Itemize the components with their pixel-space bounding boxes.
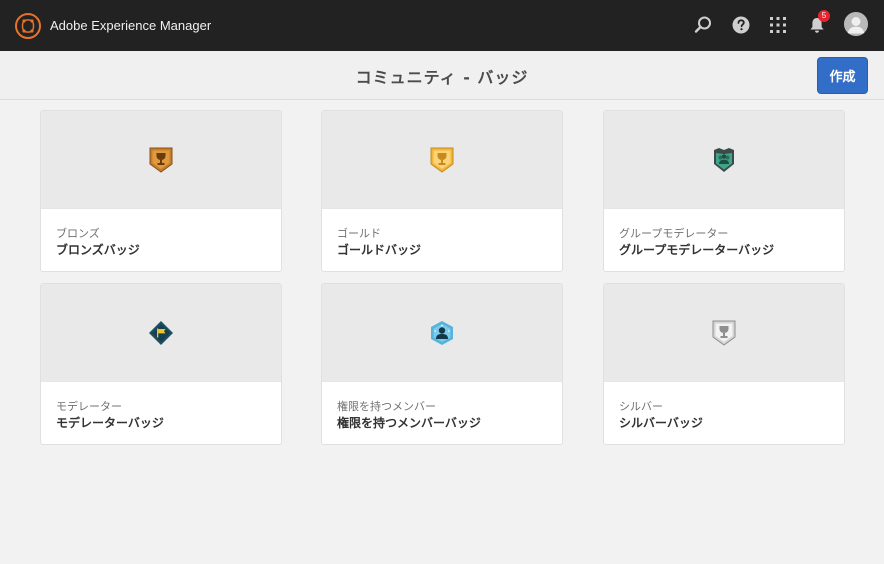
group-moderator-badge-icon xyxy=(714,147,734,172)
card-thumbnail xyxy=(322,111,562,208)
page-title: コミュニティ - バッジ xyxy=(355,68,529,87)
card-title: 権限を持つメンバーバッジ xyxy=(337,416,481,430)
privileged-member-badge-icon xyxy=(431,320,453,345)
card-title: グループモデレーターバッジ xyxy=(619,243,775,257)
app-header: Adobe Experience Manager 5 xyxy=(0,0,884,51)
card-thumbnail xyxy=(604,284,844,381)
apps-grid-icon xyxy=(770,17,786,33)
notifications-button[interactable]: 5 xyxy=(804,10,830,38)
card-subtitle: グループモデレーター xyxy=(619,227,729,240)
badge-card-gold[interactable]: ゴールド ゴールドバッジ xyxy=(321,110,563,272)
search-icon xyxy=(694,16,711,33)
card-info: シルバー シルバーバッジ xyxy=(604,381,844,444)
user-avatar-icon xyxy=(844,12,868,36)
card-info: ゴールド ゴールドバッジ xyxy=(322,208,562,271)
search-button[interactable] xyxy=(690,12,716,38)
help-button[interactable] xyxy=(728,12,754,38)
card-subtitle: モデレーター xyxy=(56,400,122,413)
card-info: グループモデレーター グループモデレーターバッジ xyxy=(604,208,844,271)
help-icon xyxy=(732,16,750,34)
card-title: モデレーターバッジ xyxy=(56,416,164,430)
notification-count-badge: 5 xyxy=(818,10,830,22)
solutions-button[interactable] xyxy=(765,12,791,38)
card-subtitle: ゴールド xyxy=(337,227,381,240)
app-name: Adobe Experience Manager xyxy=(50,18,212,33)
bronze-badge-icon xyxy=(149,147,173,173)
card-title: シルバーバッジ xyxy=(619,416,703,430)
card-info: 権限を持つメンバー 権限を持つメンバーバッジ xyxy=(322,381,562,444)
badge-card-bronze[interactable]: ブロンズ ブロンズバッジ xyxy=(40,110,282,272)
card-subtitle: 権限を持つメンバー xyxy=(337,400,436,413)
card-thumbnail xyxy=(604,111,844,208)
card-title: ゴールドバッジ xyxy=(337,243,422,257)
page-title-bar: コミュニティ - バッジ 作成 xyxy=(0,51,884,100)
silver-badge-icon xyxy=(712,320,736,346)
moderator-badge-icon xyxy=(149,320,173,345)
card-subtitle: シルバー xyxy=(619,400,663,413)
create-button[interactable]: 作成 xyxy=(817,57,868,94)
card-title: ブロンズバッジ xyxy=(56,243,140,257)
card-subtitle: ブロンズ xyxy=(56,227,100,240)
card-info: モデレーター モデレーターバッジ xyxy=(41,381,281,444)
gold-badge-icon xyxy=(430,147,454,173)
avatar[interactable] xyxy=(844,12,868,36)
card-info: ブロンズ ブロンズバッジ xyxy=(41,208,281,271)
badge-card-silver[interactable]: シルバー シルバーバッジ xyxy=(603,283,845,445)
card-thumbnail xyxy=(41,111,281,208)
card-thumbnail xyxy=(322,284,562,381)
brand[interactable]: Adobe Experience Manager xyxy=(15,12,211,39)
badge-card-privileged-member[interactable]: 権限を持つメンバー 権限を持つメンバーバッジ xyxy=(321,283,563,445)
badge-card-group-moderator[interactable]: グループモデレーター グループモデレーターバッジ xyxy=(603,110,845,272)
card-thumbnail xyxy=(41,284,281,381)
badge-card-moderator[interactable]: モデレーター モデレーターバッジ xyxy=(40,283,282,445)
aem-logo-icon xyxy=(15,12,41,39)
